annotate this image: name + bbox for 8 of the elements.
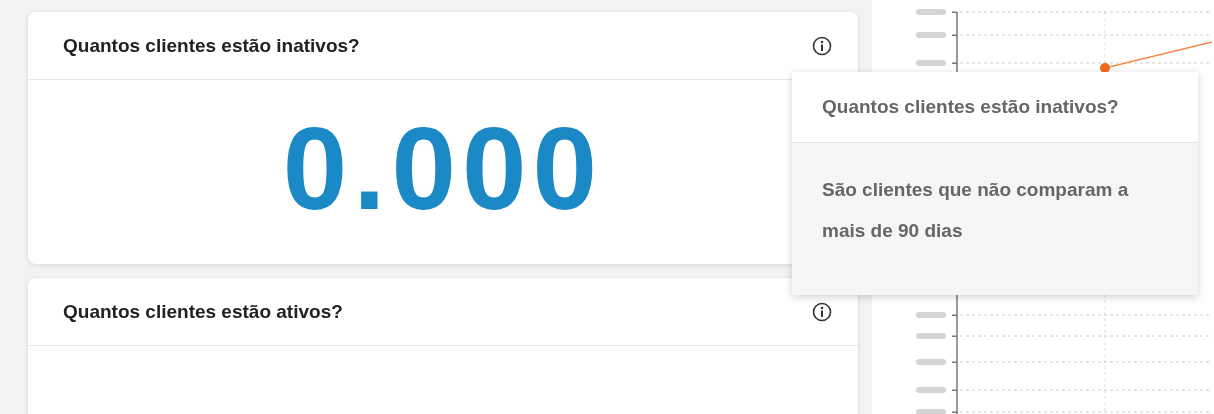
card-title: Quantos clientes estão ativos? [63, 300, 343, 323]
info-icon[interactable] [812, 35, 832, 56]
tooltip-text: São clientes que não comparam a mais de 90 dias [822, 178, 1130, 243]
metric-value: 0.000 [282, 111, 604, 227]
tooltip-title: Quantos clientes estão inativos? [792, 72, 1198, 143]
card-title: Quantos clientes estão inativos? [63, 34, 360, 57]
data-point [1100, 63, 1110, 73]
info-icon[interactable] [812, 301, 832, 322]
